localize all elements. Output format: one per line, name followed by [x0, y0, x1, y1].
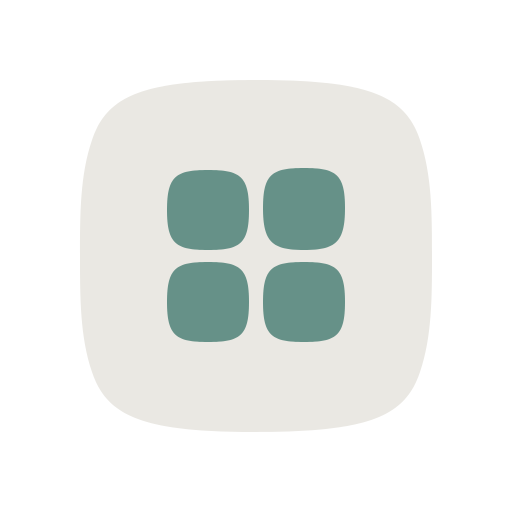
icon-background — [80, 80, 432, 432]
grid-tile-bottom-right — [263, 262, 345, 342]
grid-tile-top-right — [263, 168, 345, 250]
app-grid-icon[interactable] — [0, 0, 512, 512]
grid-tile-top-left — [167, 170, 249, 250]
icon-canvas — [0, 0, 512, 512]
grid-tile-bottom-left — [167, 262, 249, 342]
